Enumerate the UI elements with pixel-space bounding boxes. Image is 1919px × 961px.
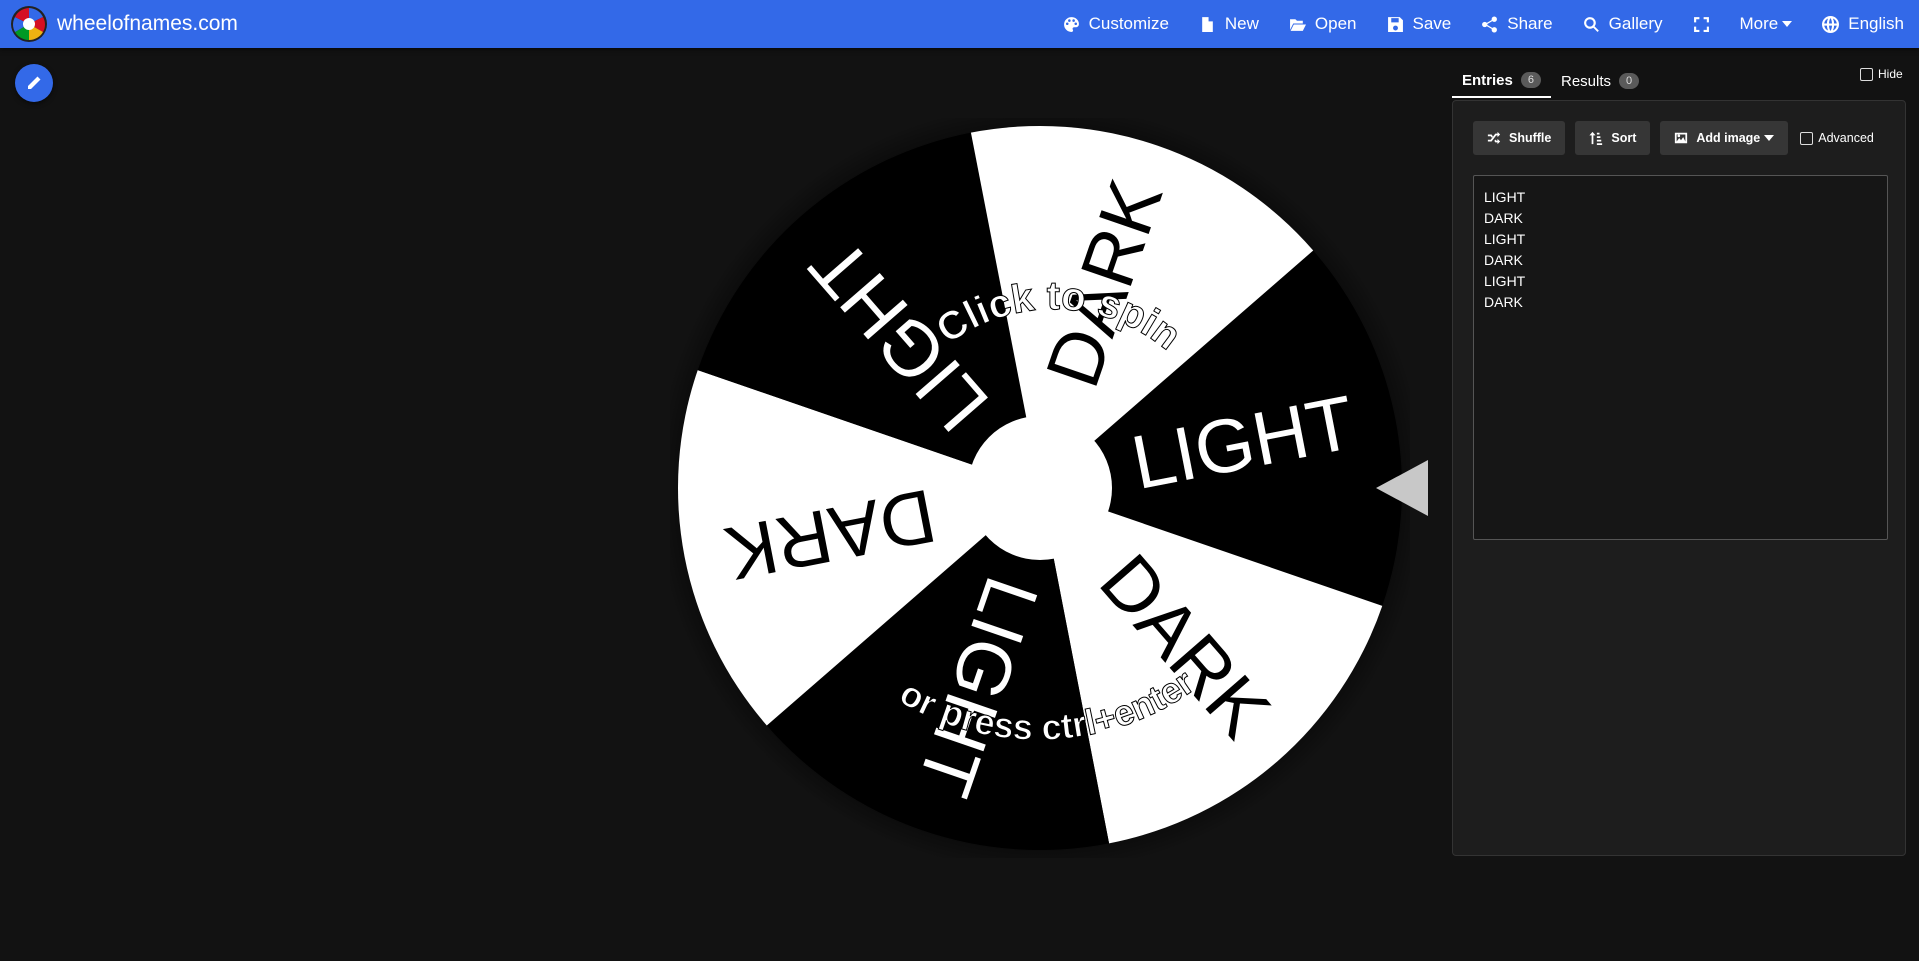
- add-image-label: Add image: [1696, 131, 1761, 145]
- customize-button[interactable]: Customize: [1048, 0, 1184, 48]
- save-button[interactable]: Save: [1372, 0, 1467, 48]
- tab-results-label: Results: [1560, 72, 1612, 90]
- hide-panel-toggle[interactable]: Hide: [1860, 67, 1903, 81]
- folder-open-icon: [1289, 18, 1306, 31]
- share-label: Share: [1507, 14, 1553, 33]
- language-label: English: [1848, 14, 1904, 33]
- gallery-label: Gallery: [1608, 14, 1663, 33]
- entry-line: LIGHT: [1484, 273, 1526, 289]
- open-button[interactable]: Open: [1274, 0, 1372, 48]
- entries-textarea[interactable]: LIGHT DARK LIGHT DARK LIGHT DARK: [1473, 175, 1888, 540]
- entry-line: LIGHT: [1484, 189, 1526, 205]
- shuffle-label: Shuffle: [1509, 131, 1552, 145]
- tab-entries-label: Entries: [1462, 71, 1513, 89]
- entry-line: LIGHT: [1484, 231, 1526, 247]
- globe-icon: [1822, 15, 1840, 33]
- new-button[interactable]: New: [1184, 0, 1274, 48]
- shuffle-icon: [1487, 131, 1501, 145]
- results-count-badge: 0: [1619, 73, 1640, 89]
- sort-icon: [1589, 131, 1603, 145]
- panel-tabs: Entries 6 Results 0: [1452, 64, 1649, 98]
- edit-wheel-button[interactable]: [15, 64, 53, 102]
- hide-label: Hide: [1878, 67, 1903, 81]
- save-icon: [1387, 16, 1403, 32]
- entries-toolbar: Shuffle Sort Add image Advanced: [1473, 121, 1874, 155]
- advanced-toggle[interactable]: Advanced: [1800, 131, 1874, 145]
- add-image-button[interactable]: Add image: [1660, 121, 1789, 155]
- new-label: New: [1224, 14, 1259, 33]
- sort-button[interactable]: Sort: [1575, 121, 1651, 155]
- advanced-label: Advanced: [1818, 131, 1874, 145]
- tab-entries[interactable]: Entries 6: [1452, 64, 1551, 98]
- wheel-pointer-icon: [1376, 460, 1428, 516]
- brand-link[interactable]: wheelofnames.com: [10, 5, 238, 43]
- fullscreen-button[interactable]: [1678, 0, 1725, 48]
- fullscreen-icon: [1693, 16, 1709, 32]
- wheel-canvas[interactable]: LIGHTDARKLIGHTDARKLIGHT DARK Click to spi…: [655, 103, 1425, 873]
- shuffle-button[interactable]: Shuffle: [1473, 121, 1566, 155]
- nav-menu: Customize New Open Save Share Gallery Mo…: [1048, 0, 1919, 48]
- hide-checkbox[interactable]: [1860, 67, 1873, 81]
- open-label: Open: [1314, 14, 1357, 33]
- entry-line: DARK: [1484, 252, 1523, 268]
- pencil-icon: [28, 76, 41, 89]
- file-icon: [1202, 16, 1213, 32]
- entries-count-badge: 6: [1520, 72, 1541, 88]
- advanced-checkbox[interactable]: [1800, 131, 1814, 145]
- search-icon: [1583, 16, 1599, 32]
- customize-label: Customize: [1088, 14, 1169, 33]
- more-menu-button[interactable]: More: [1725, 0, 1808, 48]
- caret-down-icon: [1782, 21, 1793, 27]
- wheel[interactable]: LIGHT DARK LIGHT DARK LIGHT DARK Click to spi…: [655, 103, 1428, 873]
- wheel-hub: [968, 416, 1112, 560]
- share-icon: [1482, 16, 1498, 32]
- image-icon: [1675, 132, 1688, 144]
- share-button[interactable]: Share: [1466, 0, 1567, 48]
- palette-icon: [1063, 16, 1079, 32]
- gallery-button[interactable]: Gallery: [1568, 0, 1678, 48]
- wheel-logo-icon: [11, 6, 47, 42]
- entries-panel: Shuffle Sort Add image Advanced LIGHT DAR…: [1452, 100, 1906, 856]
- language-button[interactable]: English: [1807, 0, 1919, 48]
- more-label: More: [1739, 14, 1779, 33]
- sort-label: Sort: [1611, 131, 1637, 145]
- entry-line: DARK: [1484, 294, 1523, 310]
- entry-line: DARK: [1484, 210, 1523, 226]
- save-label: Save: [1412, 14, 1452, 33]
- caret-down-icon: [1764, 135, 1775, 141]
- tab-results[interactable]: Results 0: [1551, 64, 1649, 98]
- top-navbar: wheelofnames.com Customize New Open Save…: [0, 0, 1919, 48]
- site-name: wheelofnames.com: [57, 12, 238, 35]
